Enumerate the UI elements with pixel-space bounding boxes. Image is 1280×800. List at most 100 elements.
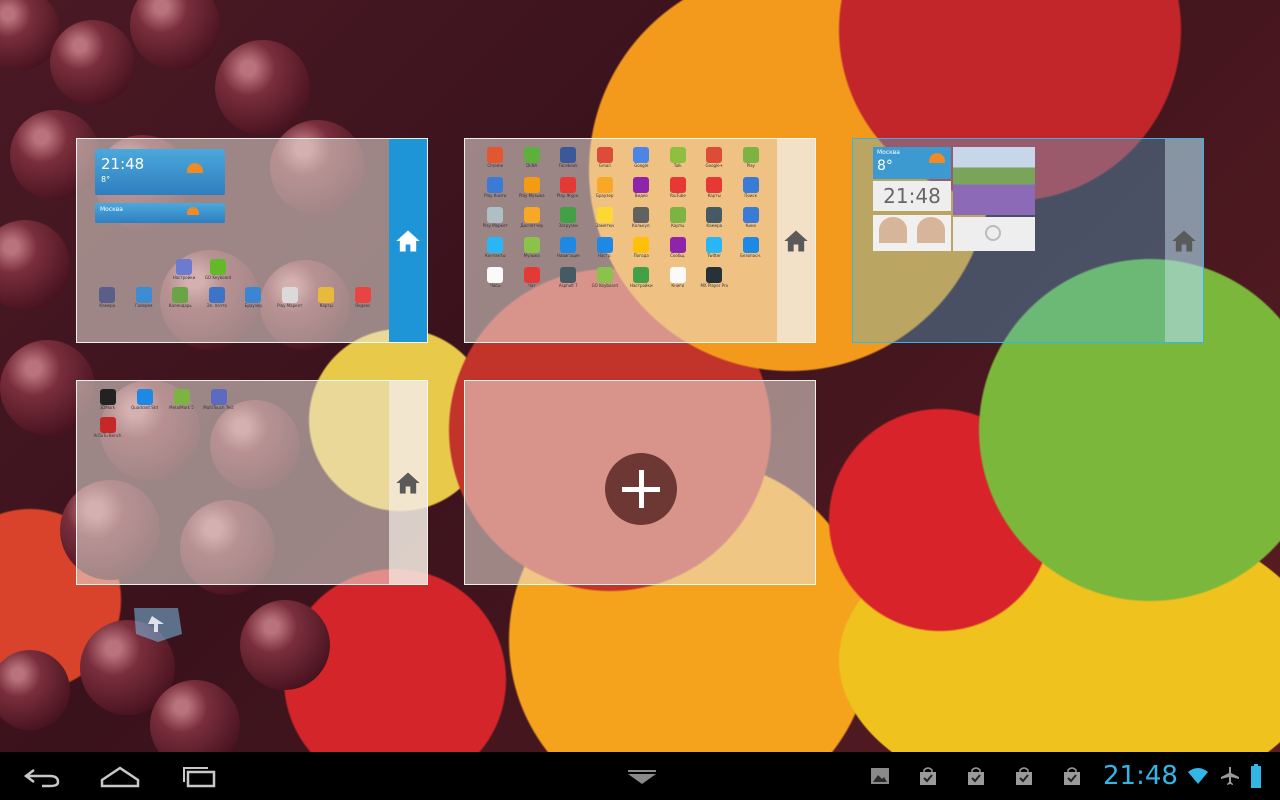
set-home-strip[interactable] [389, 381, 427, 584]
app-label: Часы [489, 283, 501, 288]
app-shortcut: Play Книги [477, 177, 514, 207]
app-label: MX Player Pro [700, 283, 729, 288]
add-screen-panel[interactable] [464, 380, 816, 585]
app-row-2: Камера Галерея Календарь Эл. почта Браузер Pl… [89, 287, 381, 308]
shopping-bag-icon[interactable] [918, 766, 938, 786]
app-shortcut: GO Keyboard [201, 259, 235, 280]
weather-widget: Москва 8° [873, 147, 951, 179]
widget-city: Москва [877, 149, 900, 156]
app-shortcut: Asphalt 7 [550, 267, 587, 297]
screen-preview-3[interactable]: Москва 8° 21:48 [852, 138, 1204, 343]
app-icon [487, 237, 504, 253]
app-icon [210, 259, 226, 275]
shopping-bag-icon[interactable] [966, 766, 986, 786]
status-clock[interactable]: 21:48 [1103, 761, 1178, 791]
app-label: Настройки [629, 283, 653, 288]
set-home-strip[interactable] [1165, 139, 1203, 342]
widget-temp: 8° [877, 158, 893, 174]
play-icon [985, 225, 1001, 241]
app-icon [487, 267, 504, 283]
app-icon [99, 287, 116, 303]
clock-widget: 21:48 [873, 181, 951, 211]
app-shortcut: MX Player Pro [696, 267, 733, 297]
app-shortcut: Диспетчер [514, 207, 551, 237]
app-label: Talk [673, 163, 682, 168]
app-label: Камера [99, 303, 116, 308]
airplane-icon [1221, 767, 1239, 785]
app-icon [633, 237, 650, 253]
app-shortcut: Часы [477, 267, 514, 297]
home-strip[interactable] [389, 139, 427, 342]
back-icon[interactable] [20, 760, 64, 792]
app-icon [523, 177, 540, 193]
app-label: GO Keyboard [204, 275, 232, 280]
app-shortcut: Эл. почта [199, 287, 236, 308]
app-shortcut: Talk [660, 147, 697, 177]
app-label: Play [746, 163, 755, 168]
app-shortcut: Камера [696, 207, 733, 237]
set-home-strip[interactable] [777, 139, 815, 342]
app-shortcut: Карты [308, 287, 345, 308]
app-icon [706, 177, 723, 193]
chevron-down-icon[interactable] [620, 760, 664, 792]
avatar [879, 217, 907, 243]
app-shortcut: Яндекс [345, 287, 382, 308]
app-shortcut: Play Маркет [272, 287, 309, 308]
app-icon [669, 237, 686, 253]
battery-icon [1251, 764, 1261, 788]
shopping-bag-icon[interactable] [1014, 766, 1034, 786]
app-label: GO Keyboard [591, 283, 618, 288]
recents-icon[interactable] [178, 760, 222, 792]
app-icon [706, 267, 723, 283]
home-icon[interactable] [98, 760, 142, 792]
app-icon [633, 207, 650, 223]
app-shortcut: YouTube [660, 177, 697, 207]
app-shortcut: Книги [660, 267, 697, 297]
app-label: Карты [671, 223, 685, 228]
app-shortcut: 3DMark [89, 389, 126, 417]
app-shortcut: Контакты [477, 237, 514, 267]
app-icon [706, 207, 723, 223]
app-shortcut: MultiTouch Test [200, 389, 237, 417]
screen-preview-1[interactable]: 21:48 8° Москва Настройки GO Keyboard Кам… [76, 138, 428, 343]
widget-city: Москва [100, 206, 123, 213]
app-icon [669, 267, 686, 283]
gallery-icon[interactable] [870, 766, 890, 786]
app-label: Эл. почта [206, 303, 227, 308]
weather-small-widget: Москва [95, 203, 225, 223]
screen-preview-2[interactable]: Chrome DLNA Facebook Gmail Google Talk Google+… [464, 138, 816, 343]
app-label: Facebook [558, 163, 578, 168]
photo-widget [953, 147, 1035, 215]
widget-time: 21:48 [101, 155, 145, 173]
app-label: Поиск [744, 193, 758, 198]
shopping-bag-icon[interactable] [1062, 766, 1082, 786]
screen-preview-4[interactable]: 3DMark Quadrant Std MetalMark 5 MultiTouch … [76, 380, 428, 585]
app-label: Загрузки [558, 223, 578, 228]
home-icon [784, 230, 808, 251]
app-icon [596, 207, 613, 223]
app-icon [669, 177, 686, 193]
app-icon [135, 287, 152, 303]
app-label: Twitter [707, 253, 721, 258]
app-shortcut: Настр. [587, 237, 624, 267]
app-icon [523, 147, 540, 163]
add-screen-button[interactable] [605, 453, 677, 525]
app-shortcut: Play Маркет [477, 207, 514, 237]
app-shortcut: Play [733, 147, 770, 177]
app-label: Безопасн. [740, 253, 762, 258]
app-icon [560, 237, 577, 253]
app-icon [176, 259, 192, 275]
app-shortcut: Сообщ. [660, 237, 697, 267]
app-grid: Chrome DLNA Facebook Gmail Google Talk Google+… [477, 147, 769, 297]
app-label: AnTuTu Bench [93, 433, 122, 438]
app-label: MetalMark 5 [169, 405, 194, 410]
wifi-icon [1188, 768, 1208, 784]
app-icon [136, 389, 153, 405]
app-label: Play Маркет [482, 223, 508, 228]
app-shortcut: Поиск [733, 177, 770, 207]
app-shortcut: Калькул. [623, 207, 660, 237]
app-label: Настройки [172, 275, 196, 280]
watermark-logo [128, 604, 188, 644]
app-label: Asphalt 7 [558, 283, 578, 288]
app-icon [560, 147, 577, 163]
